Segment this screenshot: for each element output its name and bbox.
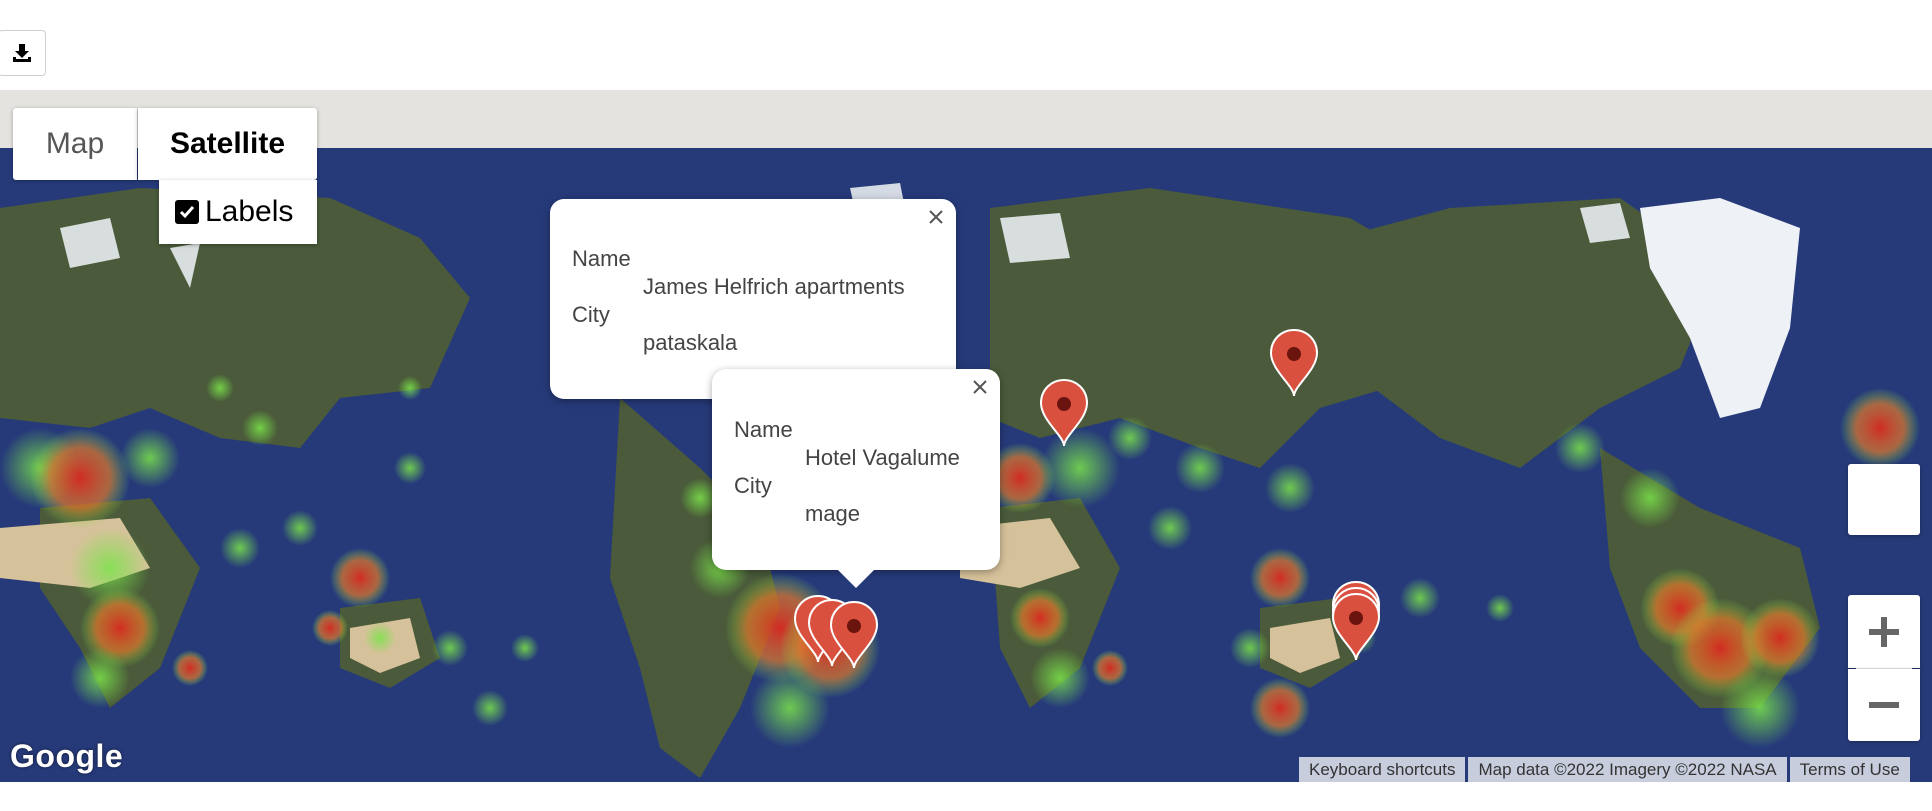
info-name-value: Hotel Vagalume (805, 445, 960, 470)
map-type-map-button[interactable]: Map (13, 108, 137, 180)
download-icon (13, 44, 31, 62)
keyboard-shortcuts-link[interactable]: Keyboard shortcuts (1299, 757, 1466, 782)
close-icon[interactable] (924, 205, 948, 229)
info-city-key: City (734, 473, 772, 498)
marker-pin[interactable] (829, 600, 879, 669)
labels-label: Labels (205, 195, 294, 228)
labels-toggle[interactable]: Labels (159, 180, 317, 244)
zoom-out-button[interactable] (1848, 669, 1920, 741)
fullscreen-button[interactable] (1848, 464, 1920, 535)
checkbox-checked-icon[interactable] (175, 200, 199, 224)
zoom-in-button[interactable] (1848, 595, 1920, 668)
attribution-bar: Keyboard shortcuts Map data ©2022 Imager… (1296, 757, 1910, 782)
info-city-key: City (572, 302, 610, 327)
marker-pin[interactable] (1269, 328, 1319, 397)
terms-of-use-link[interactable]: Terms of Use (1789, 757, 1910, 782)
marker-pin[interactable] (1331, 592, 1381, 661)
info-city-value: pataskala (643, 330, 738, 355)
close-icon[interactable] (968, 375, 992, 399)
info-name-key: Name (734, 417, 793, 442)
info-window-pointer (836, 568, 876, 588)
map-data-attribution: Map data ©2022 Imagery ©2022 NASA (1468, 757, 1787, 782)
map[interactable]: Map Satellite Labels Name James Helfrich… (0, 90, 1932, 782)
marker-pin[interactable] (1039, 378, 1089, 447)
map-type-satellite-button[interactable]: Satellite (138, 108, 317, 180)
info-name-value: James Helfrich apartments (643, 274, 905, 299)
minus-icon (1869, 702, 1899, 708)
google-logo: Google (10, 738, 124, 774)
download-button[interactable] (0, 30, 46, 76)
plus-icon (1869, 616, 1899, 647)
info-name-key: Name (572, 246, 631, 271)
info-window: Name Hotel Vagalume City mage (712, 369, 1000, 588)
info-city-value: mage (805, 501, 861, 526)
toolbar (0, 0, 1932, 90)
